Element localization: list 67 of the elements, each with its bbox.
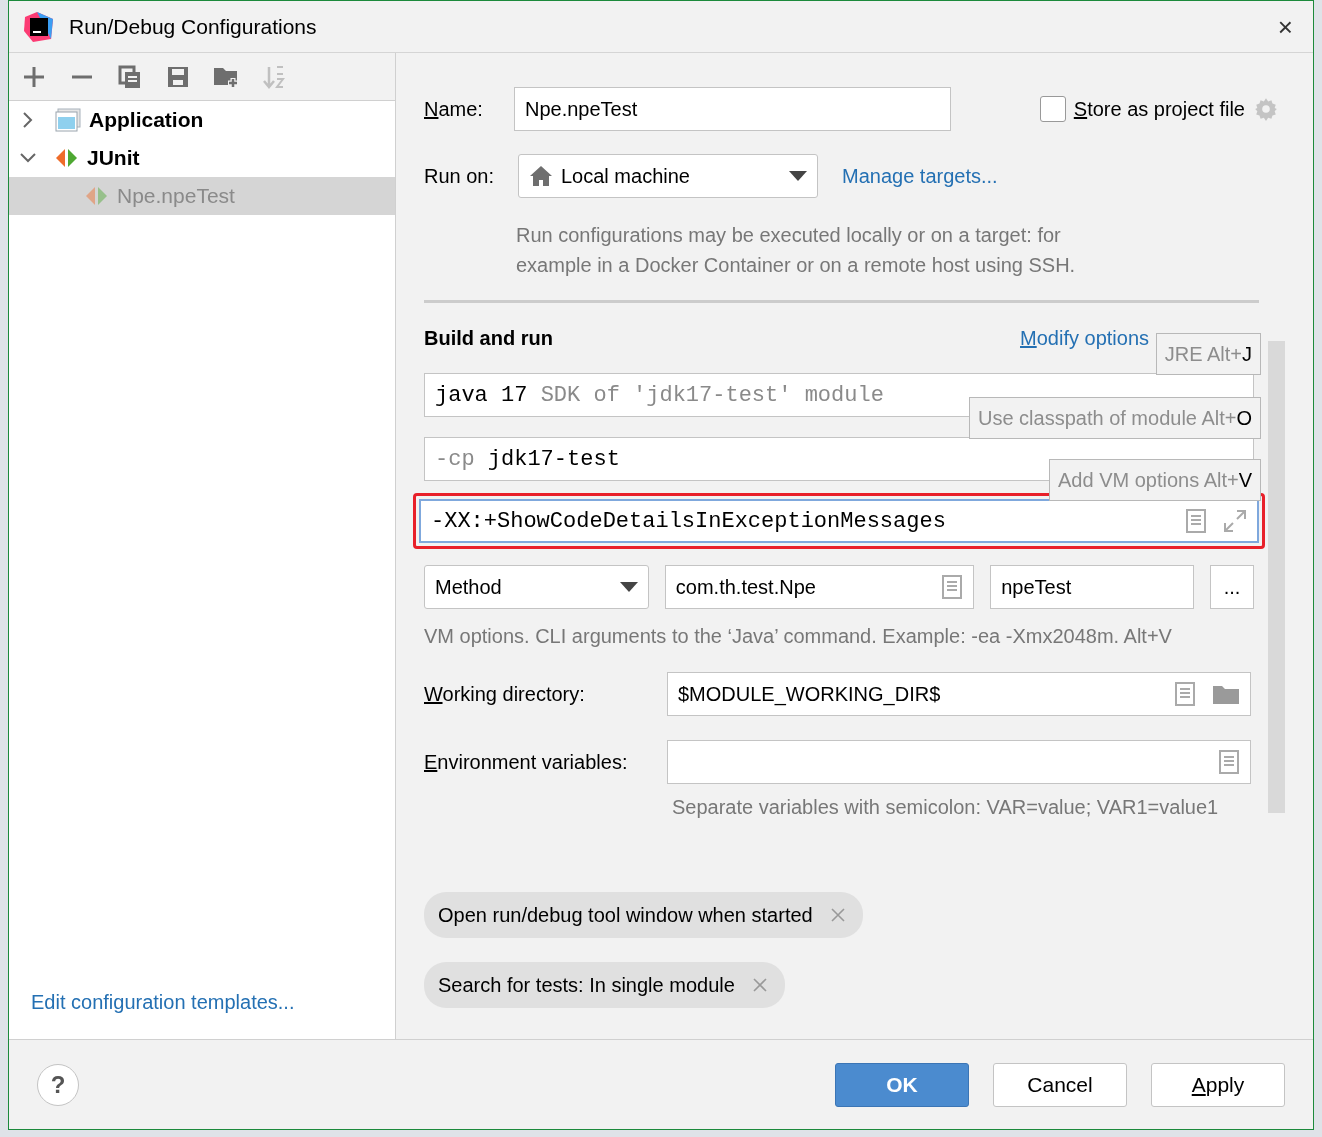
window-icon	[55, 108, 81, 132]
caret-icon	[619, 582, 638, 592]
copy-icon[interactable]	[117, 63, 143, 90]
test-method-value: npeTest	[1001, 575, 1072, 600]
name-value: Npe.npeTest	[525, 97, 638, 122]
vm-options-field[interactable]: -XX:+ShowCodeDetailsInExceptionMessages	[419, 499, 1259, 543]
test-class-field[interactable]: com.th.test.Npe	[664, 565, 975, 609]
tree-label: JUnit	[87, 145, 140, 172]
classpath-value: jdk17-test	[487, 445, 620, 474]
jre-value: java 17	[435, 381, 528, 410]
shortcut-tooltip: Add VM options Alt+V	[1049, 459, 1261, 501]
test-method-field[interactable]: npeTest	[990, 565, 1195, 609]
dialog-button[interactable]: Cancel	[993, 1062, 1127, 1107]
expand-icon[interactable]	[1223, 509, 1247, 533]
jre-hint: SDK of 'jdk17-test' module	[540, 381, 884, 410]
manage-targets-link[interactable]: Manage targets...	[842, 161, 998, 191]
working-directory-value: $MODULE_WORKING_DIR$	[678, 682, 941, 708]
tree-label: Npe.npeTest	[117, 183, 235, 210]
tree-item[interactable]: Application	[9, 101, 395, 139]
help-button[interactable]: ?	[37, 1063, 79, 1106]
shortcut-tooltip: Use classpath of module Alt+O	[968, 397, 1261, 439]
run-on-dropdown[interactable]: Local machine	[518, 154, 818, 198]
dialog-button[interactable]: OK	[835, 1062, 969, 1107]
tree-label: Application	[89, 107, 204, 134]
caret-icon	[789, 171, 807, 181]
working-directory-label: Working directory:	[424, 682, 586, 707]
junit-icon	[55, 147, 79, 169]
close-icon[interactable]	[752, 978, 767, 992]
working-directory-field[interactable]: $MODULE_WORKING_DIR$	[667, 672, 1251, 716]
name-field[interactable]: Npe.npeTest	[514, 87, 951, 131]
document-icon[interactable]	[1185, 509, 1207, 533]
environment-variables-field[interactable]	[667, 740, 1251, 784]
vm-options-value: -XX:+ShowCodeDetailsInExceptionMessages	[431, 507, 946, 536]
run-on-label: Run on:	[424, 164, 496, 189]
help-text: VM options. CLI arguments to the ‘Java’ command. Example: -ea -Xmx2048m. Alt+V	[424, 624, 1173, 649]
edit-templates-link[interactable]: Edit configuration templates...	[31, 987, 395, 1017]
document-icon[interactable]	[941, 575, 964, 599]
environment-variables-label: Environment variables:	[424, 750, 629, 775]
classpath-prefix: -cp	[435, 445, 475, 474]
close-button[interactable]: ×	[1271, 12, 1299, 41]
document-icon[interactable]	[1218, 750, 1240, 774]
house-icon	[529, 165, 553, 187]
help-text: Run configurations may be executed locally or on a target: for example in a Docker Container or on a remote host using SSH.	[516, 223, 1077, 278]
checkbox[interactable]	[1039, 96, 1066, 122]
junit-icon	[85, 185, 109, 207]
name-label: Name:	[424, 97, 484, 122]
store-label: Store as project file	[1073, 97, 1245, 122]
option-label: Open run/debug tool window when started	[438, 903, 813, 928]
test-kind-value: Method	[435, 575, 502, 600]
app-logo-icon	[23, 10, 55, 43]
window-title: Run/Debug Configurations	[69, 13, 317, 40]
section-title: Build and run	[424, 326, 553, 351]
browse-button[interactable]: ...	[1210, 565, 1254, 609]
modify-options-link[interactable]: Modify options	[1020, 323, 1149, 353]
tree-item[interactable]: JUnit	[9, 139, 395, 177]
option-label: Search for tests: In single module	[438, 973, 735, 998]
dialog-button[interactable]: Apply	[1151, 1062, 1285, 1107]
run-on-value: Local machine	[561, 164, 690, 189]
help-text: Separate variables with semicolon: VAR=value; VAR1=value1	[672, 795, 1220, 820]
scrollbar[interactable]	[1268, 341, 1285, 813]
close-icon[interactable]	[830, 908, 845, 922]
shortcut-tooltip: JRE Alt+J	[1155, 333, 1261, 375]
document-icon[interactable]	[1174, 682, 1196, 706]
test-class-value: com.th.test.Npe	[675, 575, 816, 600]
settings-icon[interactable]	[1253, 96, 1279, 122]
test-kind-dropdown[interactable]: Method	[424, 565, 649, 609]
folder-icon[interactable]	[1212, 683, 1240, 705]
